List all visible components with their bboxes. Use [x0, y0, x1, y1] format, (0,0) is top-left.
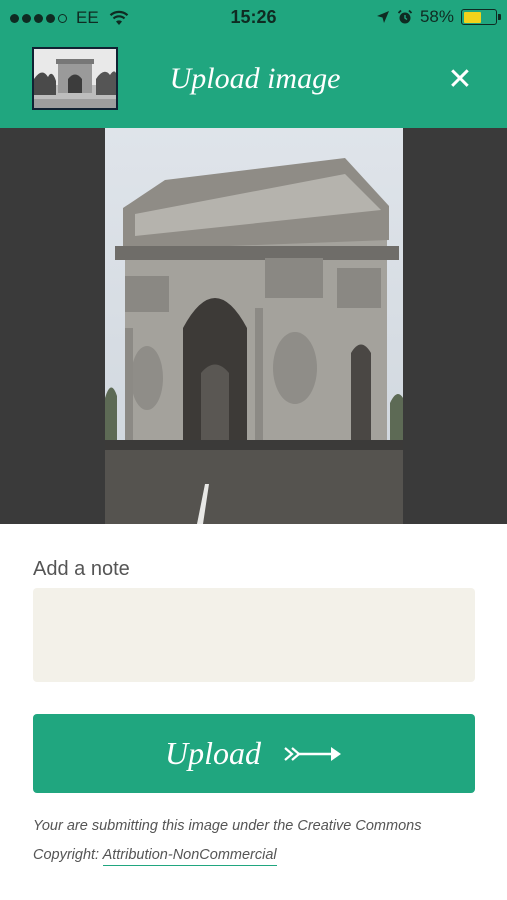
app-header: EE 15:26 58% Upload image ✕ — [0, 0, 507, 128]
thumbnail-image — [34, 49, 116, 108]
status-bar: EE 15:26 58% — [0, 0, 507, 36]
image-preview — [105, 128, 403, 524]
upload-button-label: Upload — [165, 735, 261, 771]
close-button[interactable]: ✕ — [440, 60, 480, 100]
note-input[interactable] — [33, 588, 475, 682]
image-thumbnail[interactable] — [32, 47, 118, 110]
image-preview-area — [0, 128, 507, 524]
license-link[interactable]: Attribution-NonCommercial — [102, 847, 277, 866]
arrow-right-icon — [284, 746, 341, 761]
location-arrow-icon — [376, 11, 389, 23]
alarm-icon — [397, 9, 413, 24]
battery-percentage: 58% — [419, 7, 454, 26]
battery-icon — [461, 9, 501, 25]
battery-level — [463, 11, 482, 23]
copyright-notice: Your are submitting this image under the… — [33, 812, 483, 870]
upload-button[interactable]: Upload — [33, 714, 475, 793]
page-title: Upload image — [169, 62, 341, 95]
note-label: Add a note — [33, 558, 130, 580]
close-icon: ✕ — [447, 63, 473, 96]
